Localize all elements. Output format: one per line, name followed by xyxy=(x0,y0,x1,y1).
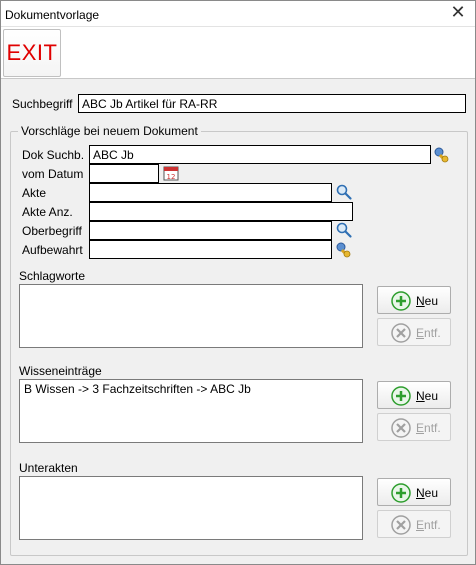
suggestions-group-legend: Vorschläge bei neuem Dokument xyxy=(18,124,201,138)
schlagworte-listbox[interactable] xyxy=(19,284,363,348)
aufbewahrt-input[interactable] xyxy=(89,240,332,259)
wissen-remove-button[interactable]: Entf. xyxy=(377,413,451,441)
aufbewahrt-label: Aufbewahrt xyxy=(22,243,83,257)
oberbegriff-input[interactable] xyxy=(89,221,332,240)
svg-text:12: 12 xyxy=(167,173,176,181)
remove-icon xyxy=(391,515,411,535)
close-icon[interactable]: ✕ xyxy=(449,4,467,22)
wissen-label: Wisseneinträge xyxy=(19,364,102,378)
dialog-window: Dokumentvorlage ✕ EXIT Suchbegriff ABC J… xyxy=(0,0,476,565)
dok-suchb-label: Dok Suchb. xyxy=(22,148,85,162)
key-icon[interactable] xyxy=(433,146,451,164)
add-icon xyxy=(391,483,411,503)
unterakten-add-button[interactable]: Neu xyxy=(377,478,451,506)
schlagworte-remove-button[interactable]: Entf. xyxy=(377,318,451,346)
wissen-listbox[interactable]: B Wissen -> 3 Fachzeitschriften -> ABC J… xyxy=(19,379,363,443)
suchbegriff-label: Suchbegriff xyxy=(12,97,73,111)
search-icon[interactable] xyxy=(335,221,353,239)
window-title: Dokumentvorlage xyxy=(5,8,100,22)
schlagworte-label: Schlagworte xyxy=(19,269,86,283)
remove-icon xyxy=(391,323,411,343)
remove-icon xyxy=(391,418,411,438)
search-icon[interactable] xyxy=(335,183,353,201)
akte-anz-input[interactable] xyxy=(89,202,353,221)
exit-button[interactable]: EXIT xyxy=(3,29,61,77)
vom-datum-label: vom Datum xyxy=(22,167,84,181)
suchbegriff-input[interactable]: ABC Jb Artikel für RA-RR xyxy=(78,94,466,113)
add-button-label: Neu xyxy=(416,389,439,403)
akte-anz-label: Akte Anz. xyxy=(22,205,73,219)
add-icon xyxy=(391,291,411,311)
list-item[interactable]: B Wissen -> 3 Fachzeitschriften -> ABC J… xyxy=(24,382,358,396)
dok-suchb-input[interactable]: ABC Jb xyxy=(89,145,431,164)
akte-label: Akte xyxy=(22,186,47,200)
calendar-icon[interactable]: 12 xyxy=(162,164,180,182)
unterakten-listbox[interactable] xyxy=(19,476,363,540)
wissen-add-button[interactable]: Neu xyxy=(377,381,451,409)
unterakten-remove-button[interactable]: Entf. xyxy=(377,510,451,538)
toolbar: EXIT xyxy=(1,27,475,79)
remove-button-label: Entf. xyxy=(416,326,441,340)
schlagworte-add-button[interactable]: Neu xyxy=(377,286,451,314)
title-bar: Dokumentvorlage ✕ xyxy=(1,1,475,27)
vom-datum-input[interactable] xyxy=(89,164,159,183)
oberbegriff-label: Oberbegriff xyxy=(22,224,82,238)
unterakten-label: Unterakten xyxy=(19,461,78,475)
remove-button-label: Entf. xyxy=(416,421,441,435)
akte-input[interactable] xyxy=(89,183,332,202)
add-button-label: Neu xyxy=(416,294,439,308)
key-icon[interactable] xyxy=(335,241,353,259)
add-icon xyxy=(391,386,411,406)
add-button-label: Neu xyxy=(416,486,439,500)
remove-button-label: Entf. xyxy=(416,518,441,532)
